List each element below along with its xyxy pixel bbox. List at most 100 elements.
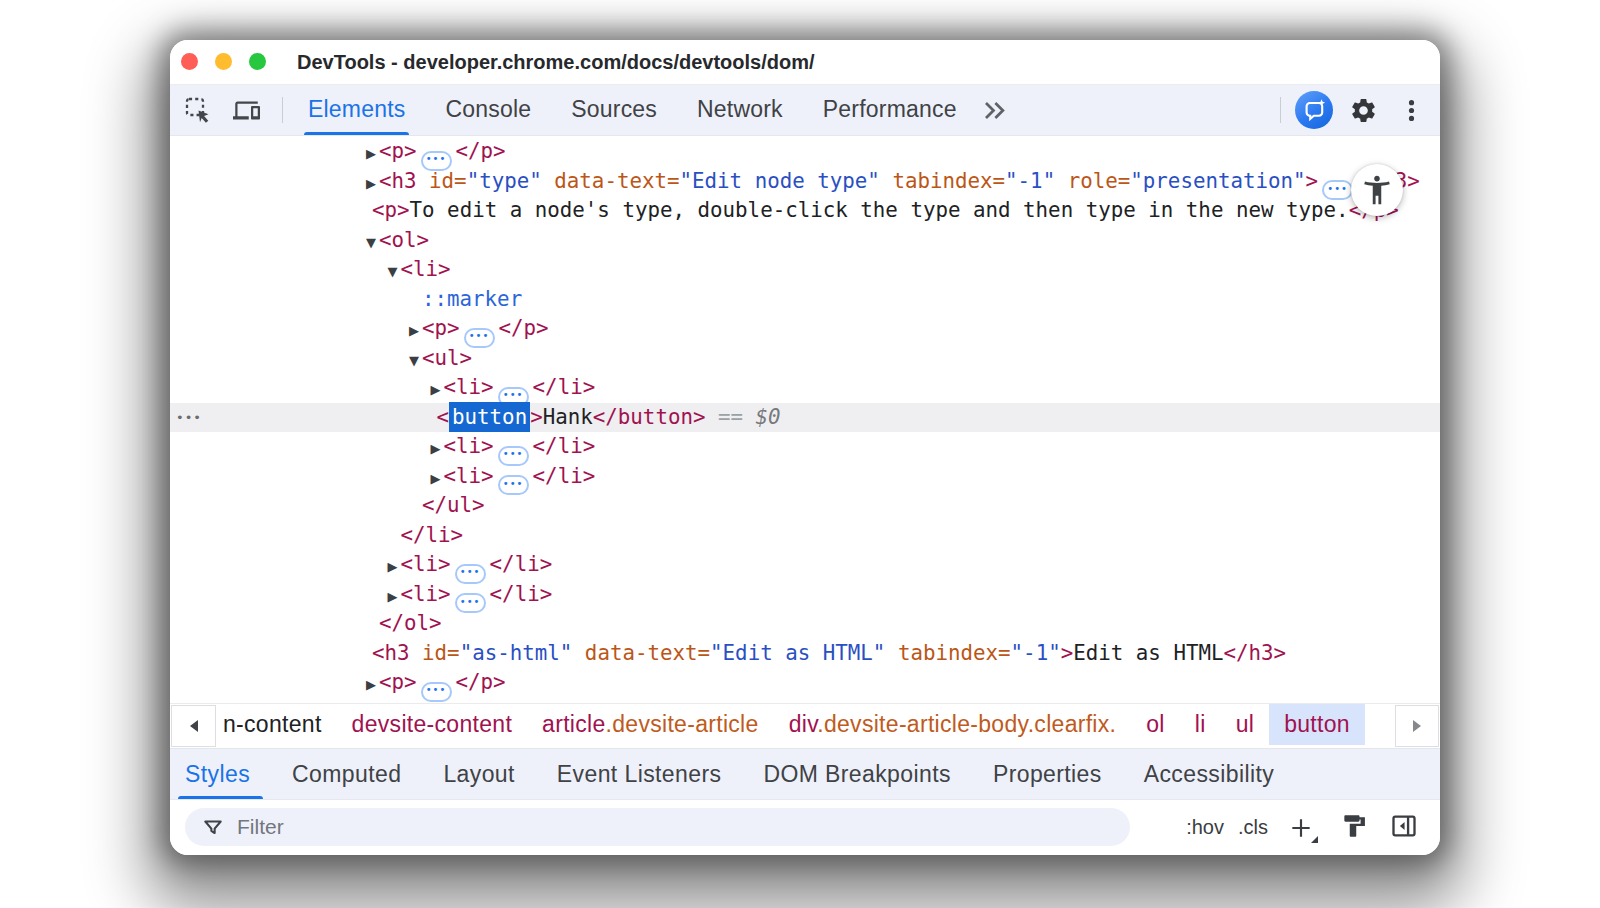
expand-arrow-icon[interactable]: ▶ <box>366 139 379 169</box>
tab-elements[interactable]: Elements <box>288 85 425 135</box>
breadcrumb-text: article <box>542 711 605 737</box>
dom-tree-row[interactable]: </li> <box>170 521 1440 551</box>
code-segment: tabindex= <box>885 641 1010 665</box>
dom-tree-row[interactable]: ▶<li>•••</li> <box>170 550 1440 580</box>
tab-sources[interactable]: Sources <box>551 85 677 135</box>
breadcrumb-item[interactable]: ul <box>1221 704 1270 745</box>
code-segment: </li> <box>533 434 596 458</box>
expand-arrow-icon[interactable]: ▶ <box>366 670 379 700</box>
code-segment: "as-html" <box>460 641 573 665</box>
tab-styles[interactable]: Styles <box>170 749 271 799</box>
dom-tree-row[interactable]: ▶<p>•••</p> <box>170 668 1440 698</box>
tab-layout[interactable]: Layout <box>422 749 535 799</box>
dom-tree-row[interactable]: ▶<li>•••</li> <box>170 580 1440 610</box>
dom-tree-row[interactable]: </ul> <box>170 491 1440 521</box>
code-segment: <h3 <box>372 641 410 665</box>
toolbar-separator <box>282 97 283 123</box>
new-style-rule-button[interactable] <box>1288 815 1314 841</box>
dom-tree-row[interactable]: ▶<p>•••</p> <box>170 314 1440 344</box>
right-arrow-icon <box>1413 720 1421 732</box>
selected-tag-name[interactable]: button <box>449 402 530 432</box>
code-segment: </p> <box>456 139 506 163</box>
more-options-kebab-icon[interactable] <box>1398 97 1425 124</box>
expand-arrow-icon[interactable]: ▼ <box>409 346 422 376</box>
breadcrumb-text: n-content <box>223 711 322 737</box>
code-segment: </ol> <box>379 611 442 635</box>
title-bar: DevTools - developer.chrome.com/docs/dev… <box>170 40 1440 85</box>
dom-tree-row[interactable]: ▶<h3 id="type" data-text="Edit node type… <box>170 167 1440 197</box>
breadcrumb-scroll-right-button[interactable] <box>1395 705 1439 747</box>
expand-arrow-icon[interactable]: ▶ <box>366 169 379 199</box>
dom-tree-row[interactable]: ▼<li> <box>170 255 1440 285</box>
code-segment: == <box>705 405 755 429</box>
dom-tree-row[interactable]: ▼<ul> <box>170 344 1440 374</box>
accessibility-person-icon[interactable] <box>1351 164 1403 216</box>
dom-tree-row[interactable]: •••<button>Hank</button> == $0 <box>170 403 1440 433</box>
code-segment: tabindex= <box>880 169 1005 193</box>
breadcrumb-item[interactable]: n-content <box>216 704 337 745</box>
tab-console[interactable]: Console <box>425 85 551 135</box>
code-segment: <li> <box>444 375 494 399</box>
toggle-element-state-button[interactable]: :hov <box>1186 816 1224 839</box>
expand-arrow-icon[interactable]: ▶ <box>431 464 444 494</box>
expand-arrow-icon[interactable]: ▶ <box>431 375 444 405</box>
filter-input[interactable] <box>237 815 1037 839</box>
expand-arrow-icon[interactable]: ▶ <box>388 582 401 612</box>
inspect-element-icon[interactable] <box>185 97 212 124</box>
ai-assistance-icon[interactable] <box>1295 91 1333 129</box>
tab-accessibility[interactable]: Accessibility <box>1123 749 1295 799</box>
minimize-window-button[interactable] <box>215 53 232 70</box>
left-arrow-icon <box>190 720 198 732</box>
traffic-lights <box>181 53 266 70</box>
dom-tree-row[interactable]: ::marker <box>170 285 1440 315</box>
more-tabs-icon[interactable] <box>981 98 1006 123</box>
expand-arrow-icon[interactable]: ▶ <box>431 434 444 464</box>
breadcrumb-item[interactable]: devsite-content <box>337 704 527 745</box>
code-segment: role= <box>1055 169 1130 193</box>
filter-input-pill[interactable] <box>185 808 1130 846</box>
breadcrumb-item[interactable]: article.devsite-article <box>527 704 774 745</box>
expand-arrow-icon[interactable]: ▼ <box>388 257 401 287</box>
dom-tree-row[interactable]: ▼<ol> <box>170 226 1440 256</box>
toggle-sidebar-button[interactable] <box>1390 812 1418 844</box>
settings-gear-icon[interactable] <box>1349 96 1378 125</box>
tab-network[interactable]: Network <box>677 85 803 135</box>
breadcrumb-scroll-left-button[interactable] <box>171 705 216 747</box>
code-segment: data-text= <box>572 641 710 665</box>
tab-dom-breakpoints[interactable]: DOM Breakpoints <box>742 749 972 799</box>
expand-arrow-icon[interactable]: ▶ <box>409 316 422 346</box>
tab-properties[interactable]: Properties <box>972 749 1123 799</box>
dom-tree-row[interactable]: <p>To edit a node's type, double-click t… <box>170 196 1440 226</box>
dom-tree-row[interactable]: ▶<p>•••</p> <box>170 137 1440 167</box>
expand-arrow-icon[interactable]: ▼ <box>366 228 379 258</box>
breadcrumb-item[interactable]: li <box>1180 704 1221 745</box>
element-classes-button[interactable]: .cls <box>1238 816 1268 839</box>
breadcrumb-item[interactable]: button <box>1269 704 1365 745</box>
code-segment: > <box>1061 641 1074 665</box>
close-window-button[interactable] <box>181 53 198 70</box>
ellipsis-expand-button[interactable]: ••• <box>421 682 452 702</box>
rendering-emulation-button[interactable] <box>1340 813 1366 843</box>
dom-tree-row[interactable]: ▶<li>•••</li> <box>170 462 1440 492</box>
expand-arrow-icon[interactable]: ▶ <box>388 552 401 582</box>
dom-tree-row[interactable]: <h3 id="as-html" data-text="Edit as HTML… <box>170 639 1440 669</box>
dom-tree-row[interactable]: ▶<li>•••</li> <box>170 373 1440 403</box>
zoom-window-button[interactable] <box>249 53 266 70</box>
code-segment: <h3 <box>379 169 417 193</box>
dom-tree-row[interactable]: </ol> <box>170 609 1440 639</box>
code-segment: </li> <box>533 375 596 399</box>
toggle-device-toolbar-icon[interactable] <box>233 97 260 124</box>
row-actions-dots-icon[interactable]: ••• <box>176 403 202 433</box>
breadcrumb-item[interactable]: ol <box>1131 704 1180 745</box>
code-segment: > <box>530 405 543 429</box>
tab-computed[interactable]: Computed <box>271 749 422 799</box>
dom-tree-row[interactable]: ▶<li>•••</li> <box>170 432 1440 462</box>
breadcrumb-text: button <box>1284 711 1350 737</box>
breadcrumb-item[interactable]: div.devsite-article-body.clearfix. <box>774 704 1132 745</box>
breadcrumb-text: ol <box>1146 711 1165 737</box>
tab-performance[interactable]: Performance <box>803 85 977 135</box>
code-segment: id= <box>410 641 460 665</box>
tab-event-listeners[interactable]: Event Listeners <box>536 749 743 799</box>
code-segment: <p> <box>379 139 417 163</box>
code-segment: </li> <box>490 582 553 606</box>
